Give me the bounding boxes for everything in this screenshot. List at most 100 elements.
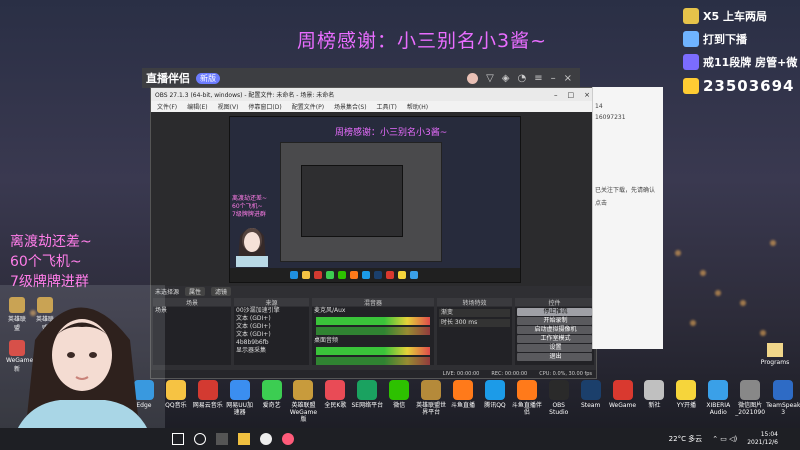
desktop-app-13[interactable]: 斗鱼直播伴侣 [511,380,543,420]
chat-line[interactable]: 点击 [593,196,663,209]
mixer-dock-header: 混音器 [312,298,434,307]
menu-scene-collection[interactable]: 场景集合(S) [334,102,367,111]
source-item[interactable]: 00沙漏加速引擎 [234,307,309,315]
desktop-app-row: Edge QQ音乐 网易云音乐 网易UU加速器 爱奇艺 英雄联盟WeGame版 全民K歌 SE… [128,380,800,423]
filters-button[interactable]: 滤镜 [211,286,232,296]
desktop-app-21[interactable]: TeamSpeak 3 [766,380,800,420]
app-icon [165,380,186,400]
source-toolbar: 未选择源 属性 滤镜 [151,286,596,296]
source-item[interactable]: 显示器采集 [234,347,309,355]
app-icon [773,380,794,400]
app-icon [357,380,378,400]
transition-duration[interactable]: 时长 300 ms [439,319,510,327]
desktop-app-5[interactable]: 爱奇艺 [256,380,288,420]
companion-taskbar-icon[interactable] [282,433,294,445]
start-icon[interactable] [172,433,184,445]
app-icon [453,380,474,400]
desktop-folder-programs[interactable]: Programs [758,343,792,366]
desktop-app-6[interactable]: 英雄联盟WeGame版 [288,380,320,423]
desktop-app-3[interactable]: 网易云音乐 [192,380,224,420]
app-icon [644,380,665,400]
audio-mixer: 麦克风/Aux 桌面音频 [312,307,434,365]
app-icon [708,380,729,400]
app-icon [389,380,410,400]
menu-tools[interactable]: 工具(T) [377,102,397,111]
desktop-app-19[interactable]: XIBERIA Audio [702,380,734,420]
menu-file[interactable]: 文件(F) [157,102,177,111]
source-item[interactable]: 文本 (GDI+) [234,331,309,339]
desktop-app-15[interactable]: Steam [575,380,607,420]
close-icon[interactable]: × [564,73,572,84]
preview-goal-text: 离渡劫还差~ 60个飞机~ 7级牌牌进群 [232,195,268,218]
virtual-camera-button[interactable]: 启动虚拟摄像机 [517,326,592,334]
rank-badge-icon [683,54,699,70]
properties-button[interactable]: 属性 [185,286,206,296]
minimize-icon[interactable]: – [554,91,558,99]
desktop-app-8[interactable]: SE网络平台 [351,380,383,420]
explorer-icon[interactable] [238,433,250,445]
tray-icons[interactable]: ⌃ ▭ ◁) [712,435,737,443]
source-item[interactable]: 文本 (GDI+) [234,323,309,331]
desktop-app-14[interactable]: OBS Studio [543,380,575,420]
task-view-icon[interactable] [216,433,228,445]
exit-button[interactable]: 退出 [517,353,592,361]
taskbar-clock[interactable]: 15:04 2021/12/6 [747,431,778,447]
settings-button[interactable]: 设置 [517,344,592,352]
menu-help[interactable]: 帮助(H) [407,102,428,111]
desktop-app-10[interactable]: 英雄联盟世界平台 [415,380,447,420]
volume-slider[interactable] [316,327,430,335]
desktop-app-9[interactable]: 微信 [383,380,415,420]
volume-meter[interactable] [316,347,430,355]
start-recording-button[interactable]: 开始录制 [517,317,592,325]
close-icon[interactable]: × [584,91,590,99]
menu-icon[interactable]: ≡ [534,73,542,84]
menu-docks[interactable]: 停靠窗口(D) [248,102,281,111]
menu-profile[interactable]: 配置文件(P) [292,102,324,111]
obs-taskbar-icon[interactable] [260,433,272,445]
obs-menubar: 文件(F) 编辑(E) 视图(V) 停靠窗口(D) 配置文件(P) 场景集合(S… [151,101,596,112]
volume-slider[interactable] [316,357,430,365]
gift-icon[interactable]: ◈ [502,73,510,84]
maximize-icon[interactable]: □ [568,91,575,99]
obs-preview-canvas[interactable]: 周榜感谢：小三别名小3酱~ 离渡劫还差~ 60个飞机~ 7级牌牌进群 [229,116,521,283]
rec-time: REC: 00:00:00 [491,371,528,377]
obs-window: OBS 27.1.3 (64-bit, windows) - 配置文件: 未命名… [150,87,597,379]
avatar[interactable] [467,72,479,84]
weather-widget[interactable]: 22°C 多云 [669,434,703,444]
streaming-companion-titlebar[interactable]: 直播伴侣 新版 ▽ ◈ ◔ ≡ – × [142,68,580,88]
volume-meter[interactable] [316,317,430,325]
desktop-app-7[interactable]: 全民K歌 [319,380,351,420]
app-icon [740,380,761,400]
desktop-app-18[interactable]: YY开播 [670,380,702,420]
menu-view[interactable]: 视图(V) [218,102,239,111]
desktop-app-20[interactable]: 微信图片_2021090 [734,380,766,420]
nested-preview-inner [301,165,403,237]
desktop-app-11[interactable]: 斗鱼直播 [447,380,479,420]
source-item[interactable]: 4b8b9b6fb [234,339,309,347]
search-icon[interactable] [194,433,206,445]
chat-panel: 14 16097231 已关注下载，先请确认 点击 [592,87,663,349]
preview-webcam-streamer [236,228,268,267]
transition-select[interactable]: 渐变 [439,309,510,317]
mixer-channel-desktop: 桌面音频 [314,337,339,344]
shirt-icon[interactable]: ▽ [486,73,494,84]
app-icon [261,380,282,400]
desktop-app-16[interactable]: WeGame [607,380,639,420]
preview-banner: 周榜感谢：小三别名小3酱~ [335,128,448,138]
studio-mode-button[interactable]: 工作室模式 [517,335,592,343]
rank-item-3: 戒11段牌 房管+微 [683,52,797,72]
transitions-dock-header: 转场特效 [437,298,512,307]
stop-streaming-button[interactable]: 停止推流 [517,308,592,316]
windows-taskbar: 22°C 多云 ⌃ ▭ ◁) 15:04 2021/12/6 [0,428,800,450]
desktop-app-4[interactable]: 网易UU加速器 [224,380,256,420]
bell-icon[interactable]: ◔ [517,73,526,84]
app-icon [548,380,569,400]
minimize-icon[interactable]: – [551,73,556,84]
menu-edit[interactable]: 编辑(E) [187,102,207,111]
obs-titlebar[interactable]: OBS 27.1.3 (64-bit, windows) - 配置文件: 未命名… [151,88,596,101]
desktop-app-17[interactable]: 新社 [639,380,671,420]
source-item[interactable]: 文本 (GDI+) [234,315,309,323]
sources-list: 00沙漏加速引擎 文本 (GDI+) 文本 (GDI+) 文本 (GDI+) 4… [234,307,309,365]
desktop-app-12[interactable]: 腾讯QQ [479,380,511,420]
controls-panel: 停止推流 开始录制 启动虚拟摄像机 工作室模式 设置 退出 [515,307,594,365]
